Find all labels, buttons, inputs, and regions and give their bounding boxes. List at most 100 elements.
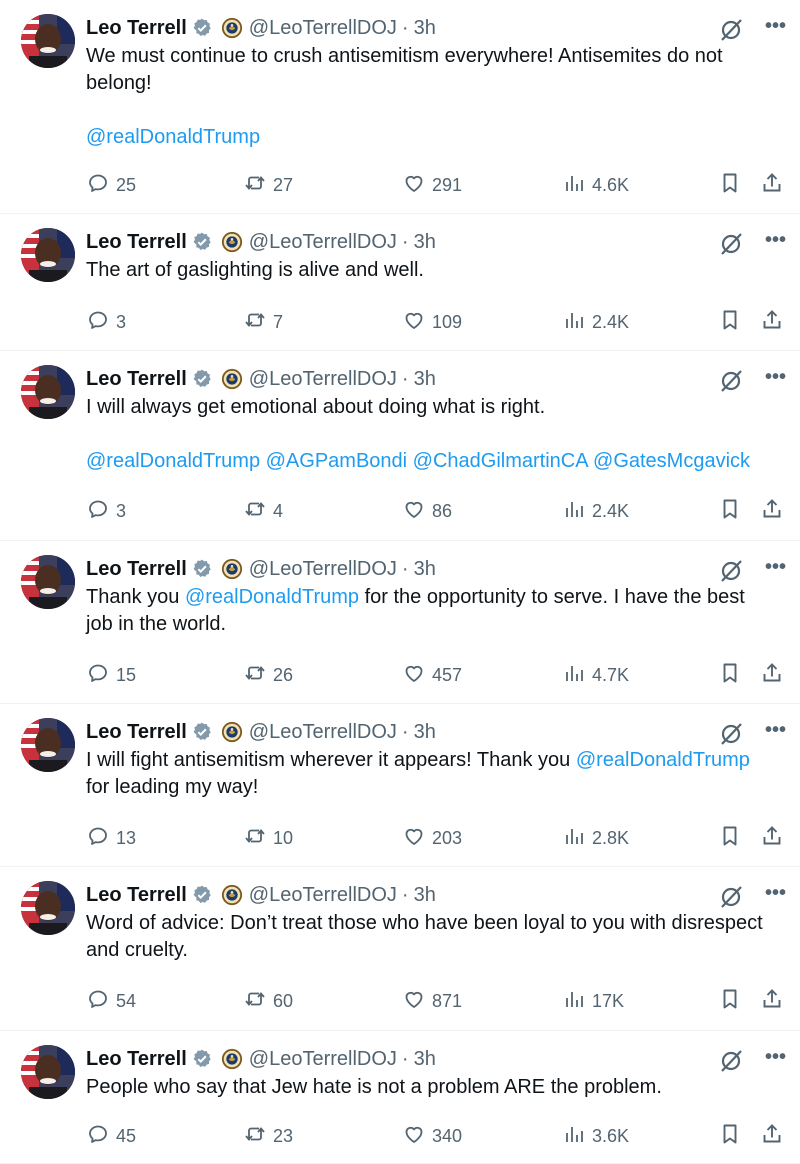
bookmark-button[interactable] bbox=[718, 824, 742, 853]
share-icon bbox=[760, 661, 784, 690]
tweet[interactable]: Leo Terrell @LeoTerrellDOJ · 3h ••• Thank you… bbox=[0, 541, 800, 704]
share-button[interactable] bbox=[760, 1122, 784, 1151]
tweet[interactable]: Leo Terrell @LeoTerrellDOJ · 3h ••• The art o… bbox=[0, 214, 800, 351]
author-handle[interactable]: @LeoTerrellDOJ bbox=[249, 231, 397, 254]
repost-button[interactable]: 7 bbox=[243, 308, 283, 337]
tweet-text: The art of gaslighting is alive and well… bbox=[86, 257, 786, 284]
author-handle[interactable]: @LeoTerrellDOJ bbox=[249, 558, 397, 581]
tweet[interactable]: Leo Terrell @LeoTerrellDOJ · 3h ••• Word of a… bbox=[0, 867, 800, 1031]
views-button[interactable]: 17K bbox=[562, 987, 624, 1016]
share-button[interactable] bbox=[760, 661, 784, 690]
timestamp[interactable]: 3h bbox=[414, 17, 436, 40]
views-button[interactable]: 2.4K bbox=[562, 497, 629, 526]
reply-count: 45 bbox=[116, 1126, 137, 1146]
timestamp[interactable]: 3h bbox=[414, 558, 436, 581]
share-button[interactable] bbox=[760, 497, 784, 526]
avatar[interactable] bbox=[21, 718, 75, 772]
author-name[interactable]: Leo Terrell bbox=[86, 558, 187, 581]
grok-icon[interactable] bbox=[718, 231, 744, 257]
bookmark-button[interactable] bbox=[718, 987, 742, 1016]
like-button[interactable]: 109 bbox=[402, 308, 462, 337]
timestamp[interactable]: 3h bbox=[414, 721, 436, 744]
mention-links[interactable]: @realDonaldTrump @AGPamBondi @ChadGilmar… bbox=[86, 448, 786, 475]
views-button[interactable]: 2.4K bbox=[562, 308, 629, 337]
grok-icon[interactable] bbox=[718, 368, 744, 394]
repost-button[interactable]: 10 bbox=[243, 824, 293, 853]
grok-icon[interactable] bbox=[718, 1048, 744, 1074]
author-handle[interactable]: @LeoTerrellDOJ bbox=[249, 721, 397, 744]
views-button[interactable]: 4.7K bbox=[562, 661, 629, 690]
author-handle[interactable]: @LeoTerrellDOJ bbox=[249, 368, 397, 391]
tweet[interactable]: Leo Terrell @LeoTerrellDOJ · 3h ••• I will al… bbox=[0, 351, 800, 541]
more-icon[interactable]: ••• bbox=[765, 882, 786, 905]
reply-button[interactable]: 3 bbox=[86, 308, 126, 337]
bookmark-button[interactable] bbox=[718, 308, 742, 337]
more-icon[interactable]: ••• bbox=[765, 229, 786, 252]
grok-icon[interactable] bbox=[718, 884, 744, 910]
reply-count: 54 bbox=[116, 991, 137, 1011]
author-handle[interactable]: @LeoTerrellDOJ bbox=[249, 884, 397, 907]
avatar[interactable] bbox=[21, 1045, 75, 1099]
more-icon[interactable]: ••• bbox=[765, 1046, 786, 1069]
bookmark-button[interactable] bbox=[718, 661, 742, 690]
author-name[interactable]: Leo Terrell bbox=[86, 231, 187, 254]
grok-icon[interactable] bbox=[718, 558, 744, 584]
views-button[interactable]: 2.8K bbox=[562, 824, 629, 853]
avatar[interactable] bbox=[21, 228, 75, 282]
bookmark-button[interactable] bbox=[718, 497, 742, 526]
author-name[interactable]: Leo Terrell bbox=[86, 1048, 187, 1071]
like-button[interactable]: 871 bbox=[402, 987, 462, 1016]
reply-button[interactable]: 54 bbox=[86, 987, 136, 1016]
more-icon[interactable]: ••• bbox=[765, 366, 786, 389]
author-handle[interactable]: @LeoTerrellDOJ bbox=[249, 17, 397, 40]
grok-icon[interactable] bbox=[718, 17, 744, 43]
more-icon[interactable]: ••• bbox=[765, 556, 786, 579]
share-button[interactable] bbox=[760, 171, 784, 200]
like-button[interactable]: 86 bbox=[402, 497, 452, 526]
author-name[interactable]: Leo Terrell bbox=[86, 368, 187, 391]
like-button[interactable]: 457 bbox=[402, 661, 462, 690]
timestamp[interactable]: 3h bbox=[414, 1048, 436, 1071]
author-name[interactable]: Leo Terrell bbox=[86, 721, 187, 744]
reply-button[interactable]: 3 bbox=[86, 497, 126, 526]
reply-button[interactable]: 45 bbox=[86, 1122, 136, 1151]
tweet[interactable]: Leo Terrell @LeoTerrellDOJ · 3h ••• We must c… bbox=[0, 0, 800, 214]
timestamp[interactable]: 3h bbox=[414, 231, 436, 254]
reply-button[interactable]: 13 bbox=[86, 824, 136, 853]
author-name[interactable]: Leo Terrell bbox=[86, 884, 187, 907]
like-button[interactable]: 203 bbox=[402, 824, 462, 853]
repost-button[interactable]: 26 bbox=[243, 661, 293, 690]
avatar[interactable] bbox=[21, 14, 75, 68]
tweet-content: Leo Terrell @LeoTerrellDOJ · 3h ••• I will fi… bbox=[86, 717, 786, 801]
tweet[interactable]: Leo Terrell @LeoTerrellDOJ · 3h ••• People wh… bbox=[0, 1031, 800, 1164]
timestamp[interactable]: 3h bbox=[414, 368, 436, 391]
share-button[interactable] bbox=[760, 824, 784, 853]
like-button[interactable]: 291 bbox=[402, 171, 462, 200]
repost-button[interactable]: 23 bbox=[243, 1122, 293, 1151]
repost-button[interactable]: 4 bbox=[243, 497, 283, 526]
grok-icon[interactable] bbox=[718, 721, 744, 747]
avatar[interactable] bbox=[21, 555, 75, 609]
author-handle[interactable]: @LeoTerrellDOJ bbox=[249, 1048, 397, 1071]
avatar[interactable] bbox=[21, 365, 75, 419]
share-button[interactable] bbox=[760, 308, 784, 337]
avatar[interactable] bbox=[21, 881, 75, 935]
views-button[interactable]: 3.6K bbox=[562, 1122, 629, 1151]
views-button[interactable]: 4.6K bbox=[562, 171, 629, 200]
more-icon[interactable]: ••• bbox=[765, 719, 786, 742]
reply-button[interactable]: 15 bbox=[86, 661, 136, 690]
like-button[interactable]: 340 bbox=[402, 1122, 462, 1151]
repost-button[interactable]: 27 bbox=[243, 171, 293, 200]
mention-link[interactable]: @realDonaldTrump bbox=[185, 586, 359, 608]
more-icon[interactable]: ••• bbox=[765, 15, 786, 38]
author-name[interactable]: Leo Terrell bbox=[86, 17, 187, 40]
timestamp[interactable]: 3h bbox=[414, 884, 436, 907]
tweet[interactable]: Leo Terrell @LeoTerrellDOJ · 3h ••• I will fi… bbox=[0, 704, 800, 867]
mention-links[interactable]: @realDonaldTrump bbox=[86, 124, 786, 151]
reply-button[interactable]: 25 bbox=[86, 171, 136, 200]
bookmark-button[interactable] bbox=[718, 1122, 742, 1151]
mention-link[interactable]: @realDonaldTrump bbox=[576, 749, 750, 771]
share-button[interactable] bbox=[760, 987, 784, 1016]
bookmark-button[interactable] bbox=[718, 171, 742, 200]
repost-button[interactable]: 60 bbox=[243, 987, 293, 1016]
